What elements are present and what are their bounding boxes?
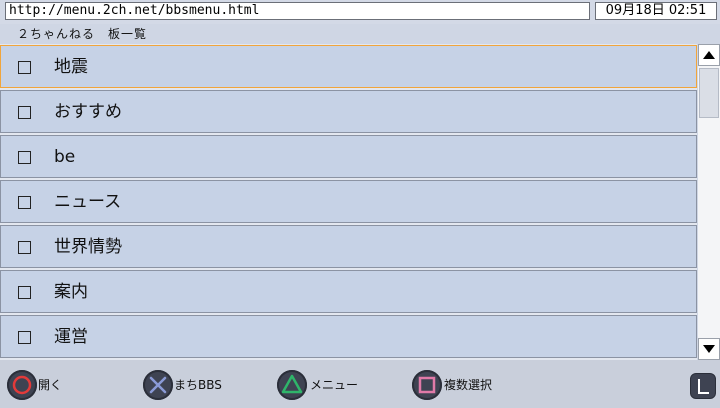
clock: 09月18日 02:51 (595, 2, 717, 20)
checkbox[interactable] (18, 151, 31, 164)
checkbox[interactable] (18, 241, 31, 254)
scroll-thumb[interactable] (699, 68, 719, 118)
list-item[interactable]: 案内 (0, 270, 697, 313)
page-title: ２ちゃんねる 板一覧 (17, 27, 148, 41)
list-item[interactable]: ニュース (0, 180, 697, 223)
hint-label: 開く (38, 378, 63, 392)
list-item[interactable]: おすすめ (0, 90, 697, 133)
board-list: 地震 おすすめ be ニュース 世界情勢 案内 運営 (0, 44, 697, 360)
list-item-label: 地震 (54, 57, 88, 77)
top-bar: http://menu.2ch.net/bbsmenu.html 09月18日 … (0, 0, 720, 24)
checkbox[interactable] (18, 106, 31, 119)
checkbox[interactable] (18, 286, 31, 299)
bottom-bar: 開く まちBBS メニュー 複数選択 (0, 360, 720, 408)
list-item-label: 案内 (54, 282, 88, 302)
triangle-up-icon (703, 51, 715, 59)
l-button-icon (698, 379, 709, 394)
hint-label: まちBBS (174, 378, 222, 392)
l-button[interactable] (690, 373, 716, 399)
list-item[interactable]: be (0, 135, 697, 178)
hint-label: メニュー (310, 378, 359, 392)
checkbox[interactable] (18, 196, 31, 209)
square-button-icon (412, 370, 442, 400)
list-item-label: 運営 (54, 327, 88, 347)
list-item-label: be (54, 147, 76, 167)
list-item-label: おすすめ (54, 102, 122, 122)
scroll-down-button[interactable] (698, 338, 720, 360)
circle-button-icon (7, 370, 37, 400)
list-item[interactable]: 運営 (0, 315, 697, 358)
cross-button-icon (143, 370, 173, 400)
checkbox[interactable] (18, 61, 31, 74)
list-item-label: ニュース (54, 192, 122, 212)
triangle-button-icon (277, 370, 307, 400)
checkbox[interactable] (18, 331, 31, 344)
list-item-label: 世界情勢 (54, 237, 122, 257)
address-bar[interactable]: http://menu.2ch.net/bbsmenu.html (5, 2, 590, 20)
list-item[interactable]: 地震 (0, 45, 697, 88)
hint-label: 複数選択 (444, 378, 493, 392)
scroll-up-button[interactable] (698, 44, 720, 66)
triangle-down-icon (703, 345, 715, 353)
list-item[interactable]: 世界情勢 (0, 225, 697, 268)
scrollbar[interactable] (698, 44, 720, 360)
